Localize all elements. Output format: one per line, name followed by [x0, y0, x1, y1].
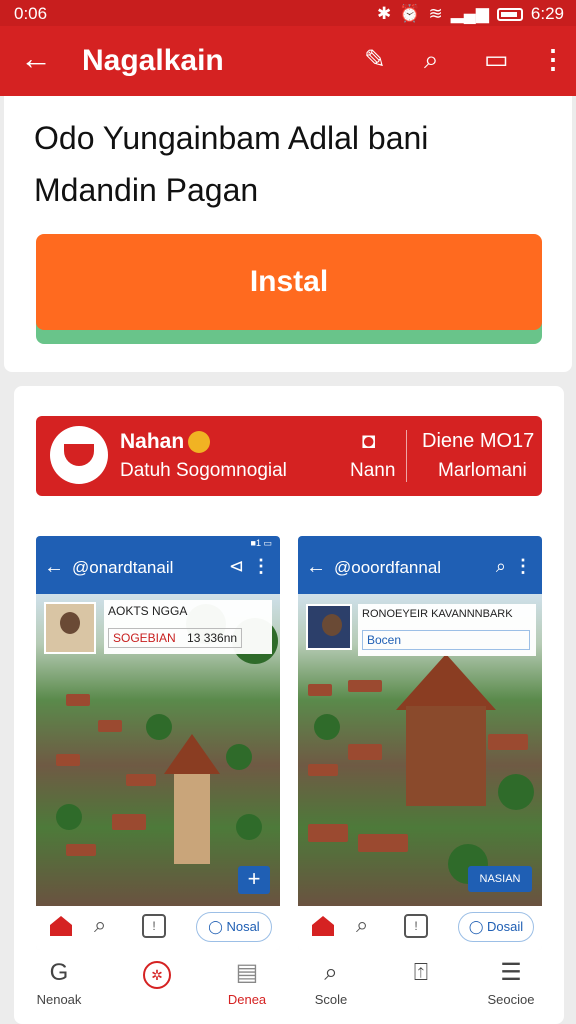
preview-title: @ooordfannal [334, 558, 442, 577]
wifi-icon: ≋ [428, 4, 443, 23]
chat-icon: ▤ [235, 959, 259, 986]
camera-icon: ◘ [362, 428, 376, 453]
status-clock: 6:29 [530, 4, 564, 23]
avatar [306, 604, 352, 650]
preview-app-bar: ← @ooordfannal ⌕ ⋮ [298, 536, 542, 594]
more-vert-icon[interactable]: ⋮ [540, 44, 566, 75]
banner-divider [406, 430, 407, 482]
screenshot-preview-1[interactable]: ■1 ▭ ← @onardtanail ⊲ ⋮ AOKTS NGGA SOGEB… [36, 536, 280, 950]
preview-card-title: AOKTS NGGA [108, 604, 188, 618]
nav-circle-icon: ✲ [112, 958, 202, 989]
status-bar: 0:06 ✱ ⏰ ≋ ▂▄▆ 6:29 [0, 0, 576, 26]
box-icon: ! [404, 914, 428, 938]
preview-info-card: AOKTS NGGA SOGEBIAN 13 336nn [104, 600, 272, 654]
upload-icon: ⍐ [413, 959, 429, 986]
status-icons: ✱ ⏰ ≋ ▂▄▆ 6:29 [377, 4, 564, 24]
preview-pill: ◯ Dosail [458, 912, 534, 942]
install-wrapper: Instal [36, 234, 542, 344]
app-description: Odo Yungainbam Adlal bani Mdandin Pagan [34, 112, 554, 216]
home-icon [312, 916, 334, 936]
share-icon: ⊲ [228, 556, 244, 576]
search-icon: ⌕ [324, 959, 338, 986]
nav-g-icon: G [49, 959, 69, 986]
preview-card-tag: Bocen [367, 633, 402, 647]
preview-app-bar: ■1 ▭ ← @onardtanail ⊲ ⋮ [36, 536, 280, 594]
search-icon: ⌕ [94, 912, 107, 937]
screenshot-preview-2[interactable]: ← @ooordfannal ⌕ ⋮ RONOEYEIR KAVANNNBARK… [298, 536, 542, 950]
village-photo: AOKTS NGGA SOGEBIAN 13 336nn + [36, 594, 280, 906]
village-photo: RONOEYEIR KAVANNNBARK Bocen NASIAN [298, 594, 542, 906]
preview-title: @onardtanail [72, 558, 174, 577]
nav-label: Scole [314, 992, 348, 1007]
promo-banner[interactable]: Nahan Datuh Sogomnogial ◘ Nann Diene MO1… [36, 416, 542, 496]
verified-badge-icon [188, 431, 211, 454]
back-arrow-icon: ← [44, 556, 64, 578]
nav-item-upload[interactable]: ⍐ [376, 958, 466, 992]
app-bar: ← Nagalkain ✎ ⌕ ▭ ⋮ [0, 26, 576, 96]
preview-pill-label: Dosail [487, 919, 524, 934]
page-title: Nagalkain [82, 44, 224, 77]
search-icon[interactable]: ⌕ [424, 44, 439, 76]
bottom-navigation: G Nenoak ✲ ▤ Denea ⌕ Scole ⍐ ☰ Seocioe [14, 950, 564, 1024]
more-vert-icon: ⋮ [514, 556, 532, 576]
search-icon: ⌕ [356, 912, 369, 937]
search-icon: ⌕ [495, 556, 506, 576]
signal-icon: ▂▄▆ [450, 4, 489, 23]
alarm-icon: ⏰ [399, 4, 421, 23]
nav-item-center[interactable]: ✲ [112, 958, 202, 992]
box-icon: ! [142, 914, 166, 938]
mini-status: ■1 ▭ [250, 538, 272, 548]
preview-card-field: Bocen [362, 630, 530, 650]
banner-mid-label: Nann [350, 460, 396, 481]
banner-name: Nahan [120, 430, 211, 454]
menu-icon: ☰ [500, 959, 522, 986]
nav-label: Seocioe [487, 992, 535, 1007]
preview-pill-label: Nosal [226, 919, 260, 934]
nav-item-denea[interactable]: ▤ Denea [202, 958, 292, 1007]
avatar [44, 602, 96, 654]
banner-right-line2: Marlomani [438, 460, 527, 481]
banner-right-line1: Diene MO17 [422, 430, 535, 452]
edit-icon[interactable]: ✎ [364, 44, 386, 75]
preview-nav: ⌕ ! ◯ Nosal [36, 906, 280, 950]
description-line-1: Odo Yungainbam Adlal bani [34, 120, 429, 156]
nav-item-seocioe[interactable]: ☰ Seocioe [466, 958, 556, 1007]
bluetooth-icon: ✱ [377, 4, 392, 23]
preview-chip: NASIAN [468, 866, 532, 892]
preview-pill: ◯ Nosal [196, 912, 272, 942]
nav-label: Denea [227, 992, 267, 1007]
status-time: 0:06 [14, 4, 48, 23]
nav-item-scole[interactable]: ⌕ Scole [286, 958, 376, 1007]
install-button[interactable]: Instal [36, 234, 542, 330]
back-arrow-icon[interactable]: ← [20, 40, 52, 77]
add-button: + [238, 866, 270, 894]
nav-item-nenoak[interactable]: G Nenoak [14, 958, 104, 1007]
preview-card-value: 13 336nn [187, 631, 238, 645]
app-logo [50, 426, 108, 484]
battery-icon [496, 7, 523, 21]
home-icon [50, 916, 72, 936]
preview-card: Nahan Datuh Sogomnogial ◘ Nann Diene MO1… [14, 386, 564, 1024]
banner-name-text: Nahan [120, 430, 185, 453]
banner-subtitle: Datuh Sogomnogial [120, 460, 287, 481]
preview-card-tag: SOGEBIAN [113, 631, 176, 645]
back-arrow-icon: ← [306, 556, 326, 578]
book-icon[interactable]: ▭ [484, 44, 509, 75]
preview-nav: ⌕ ! ◯ Dosail [298, 906, 542, 950]
nav-label: Nenoak [36, 992, 82, 1007]
description-line-2: Mdandin Pagan [34, 172, 259, 208]
app-info-card: Odo Yungainbam Adlal bani Mdandin Pagan … [4, 96, 572, 372]
more-vert-icon: ⋮ [252, 556, 270, 576]
preview-card-title: RONOEYEIR KAVANNNBARK [362, 608, 513, 620]
preview-card-field: SOGEBIAN 13 336nn [108, 628, 243, 648]
preview-info-card: RONOEYEIR KAVANNNBARK Bocen [358, 604, 536, 656]
